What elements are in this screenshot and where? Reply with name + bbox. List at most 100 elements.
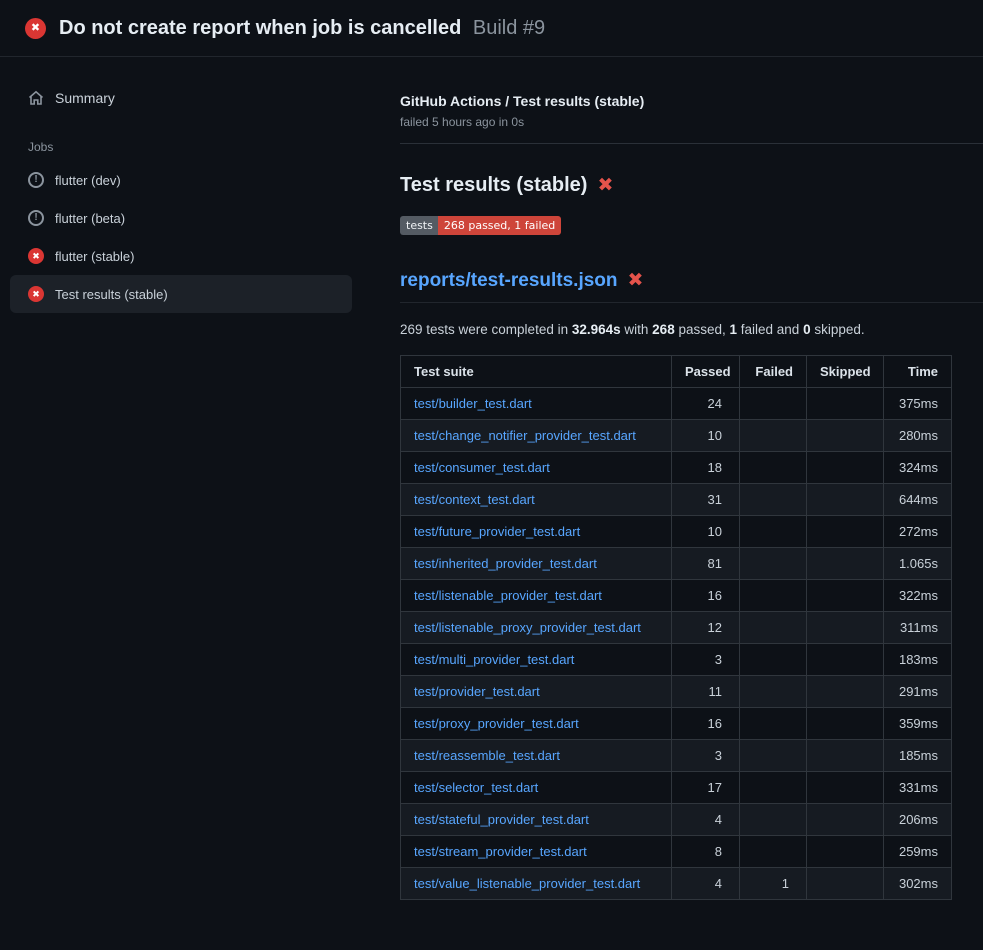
divider [400, 143, 983, 144]
table-row: test/stateful_provider_test.dart 4 206ms [401, 804, 952, 836]
passed-cell: 4 [672, 804, 740, 836]
passed-count: 24 [708, 396, 722, 411]
test-suite-link[interactable]: test/stream_provider_test.dart [414, 844, 587, 859]
sidebar-item-summary[interactable]: Summary [10, 83, 352, 113]
section-title-text: Test results (stable) [400, 174, 587, 197]
tests-status-badge: tests 268 passed, 1 failed [400, 216, 561, 235]
column-header-passed: Passed [672, 356, 740, 388]
time-value: 311ms [884, 612, 952, 644]
passed-count: 16 [708, 588, 722, 603]
skipped-cell [807, 772, 884, 804]
time-value: 185ms [884, 740, 952, 772]
passed-count: 81 [708, 556, 722, 571]
neutral-status-icon: ! [28, 210, 44, 226]
sidebar-job-item[interactable]: ✖ flutter (stable) [10, 237, 352, 275]
summary-text: 269 tests were completed in [400, 322, 572, 337]
passed-count: 16 [708, 716, 722, 731]
report-heading-text: reports/test-results.json [400, 270, 618, 292]
jobs-list: ! flutter (dev) ! flutter (beta) ✖ flutt… [10, 161, 352, 313]
table-row: test/reassemble_test.dart 3 185ms [401, 740, 952, 772]
test-suite-link[interactable]: test/selector_test.dart [414, 780, 538, 795]
section-title: Test results (stable) ✖ [400, 174, 983, 197]
sidebar-job-label: flutter (beta) [55, 211, 125, 226]
skipped-cell [807, 612, 884, 644]
run-title-wrap: Do not create report when job is cancell… [59, 17, 545, 40]
skipped-cell [807, 644, 884, 676]
sidebar-job-item[interactable]: ✖ Test results (stable) [10, 275, 352, 313]
summary-passed-count: 268 [652, 322, 675, 337]
jobs-heading: Jobs [10, 140, 352, 154]
build-number: Build #9 [473, 17, 545, 39]
sidebar-job-item[interactable]: ! flutter (dev) [10, 161, 352, 199]
table-row: test/builder_test.dart 24 375ms [401, 388, 952, 420]
failed-status-icon: ✖ [28, 286, 44, 302]
table-row: test/inherited_provider_test.dart 81 1.0… [401, 548, 952, 580]
passed-count: 18 [708, 460, 722, 475]
time-value: 324ms [884, 452, 952, 484]
test-suite-link[interactable]: test/change_notifier_provider_test.dart [414, 428, 636, 443]
passed-cell: 10 [672, 420, 740, 452]
failed-status-icon: ✖ [28, 248, 44, 264]
test-suite-link[interactable]: test/builder_test.dart [414, 396, 532, 411]
table-row: test/change_notifier_provider_test.dart … [401, 420, 952, 452]
failed-cell [740, 452, 807, 484]
run-header: ✖ Do not create report when job is cance… [0, 0, 983, 57]
test-results-table: Test suite Passed Failed Skipped Time te… [400, 355, 952, 900]
test-suite-link[interactable]: test/provider_test.dart [414, 684, 540, 699]
test-suite-link[interactable]: test/stateful_provider_test.dart [414, 812, 589, 827]
summary-duration: 32.964s [572, 322, 621, 337]
failed-cell [740, 580, 807, 612]
skipped-cell [807, 740, 884, 772]
passed-cell: 4 [672, 868, 740, 900]
failed-cell [740, 772, 807, 804]
failed-count: 1 [782, 876, 789, 891]
failed-cell [740, 548, 807, 580]
table-row: test/consumer_test.dart 18 324ms [401, 452, 952, 484]
passed-count: 3 [715, 652, 722, 667]
table-row: test/listenable_proxy_provider_test.dart… [401, 612, 952, 644]
test-suite-link[interactable]: test/value_listenable_provider_test.dart [414, 876, 640, 891]
x-glyph: ✖ [31, 23, 40, 34]
failed-cell [740, 612, 807, 644]
skipped-cell [807, 484, 884, 516]
test-suite-link[interactable]: test/inherited_provider_test.dart [414, 556, 597, 571]
test-suite-link[interactable]: test/context_test.dart [414, 492, 535, 507]
failed-cell [740, 420, 807, 452]
column-header-time: Time [884, 356, 952, 388]
report-heading-link[interactable]: reports/test-results.json ✖ [400, 269, 983, 303]
test-suite-link[interactable]: test/reassemble_test.dart [414, 748, 560, 763]
time-value: 322ms [884, 580, 952, 612]
table-row: test/future_provider_test.dart 10 272ms [401, 516, 952, 548]
test-table-body: test/builder_test.dart 24 375ms test/cha… [401, 388, 952, 900]
test-suite-link[interactable]: test/multi_provider_test.dart [414, 652, 574, 667]
test-suite-link[interactable]: test/consumer_test.dart [414, 460, 550, 475]
table-row: test/listenable_provider_test.dart 16 32… [401, 580, 952, 612]
passed-cell: 18 [672, 452, 740, 484]
table-row: test/stream_provider_test.dart 8 259ms [401, 836, 952, 868]
summary-text: skipped. [811, 322, 865, 337]
summary-failed-count: 1 [730, 322, 738, 337]
failed-cell [740, 484, 807, 516]
skipped-cell [807, 420, 884, 452]
summary-text: failed and [737, 322, 803, 337]
time-value: 280ms [884, 420, 952, 452]
passed-count: 11 [709, 684, 723, 699]
sidebar-job-item[interactable]: ! flutter (beta) [10, 199, 352, 237]
table-header-row: Test suite Passed Failed Skipped Time [401, 356, 952, 388]
summary-line: 269 tests were completed in 32.964s with… [400, 322, 983, 337]
table-row: test/selector_test.dart 17 331ms [401, 772, 952, 804]
failed-cell [740, 836, 807, 868]
test-suite-link[interactable]: test/future_provider_test.dart [414, 524, 580, 539]
failed-cell [740, 516, 807, 548]
test-suite-link[interactable]: test/listenable_proxy_provider_test.dart [414, 620, 641, 635]
time-value: 183ms [884, 644, 952, 676]
passed-count: 10 [708, 428, 722, 443]
test-suite-link[interactable]: test/proxy_provider_test.dart [414, 716, 579, 731]
passed-count: 17 [708, 780, 722, 795]
home-icon [28, 90, 44, 106]
neutral-status-icon: ! [28, 172, 44, 188]
passed-cell: 17 [672, 772, 740, 804]
test-suite-link[interactable]: test/listenable_provider_test.dart [414, 588, 602, 603]
breadcrumb: GitHub Actions / Test results (stable) [400, 93, 983, 109]
time-value: 331ms [884, 772, 952, 804]
